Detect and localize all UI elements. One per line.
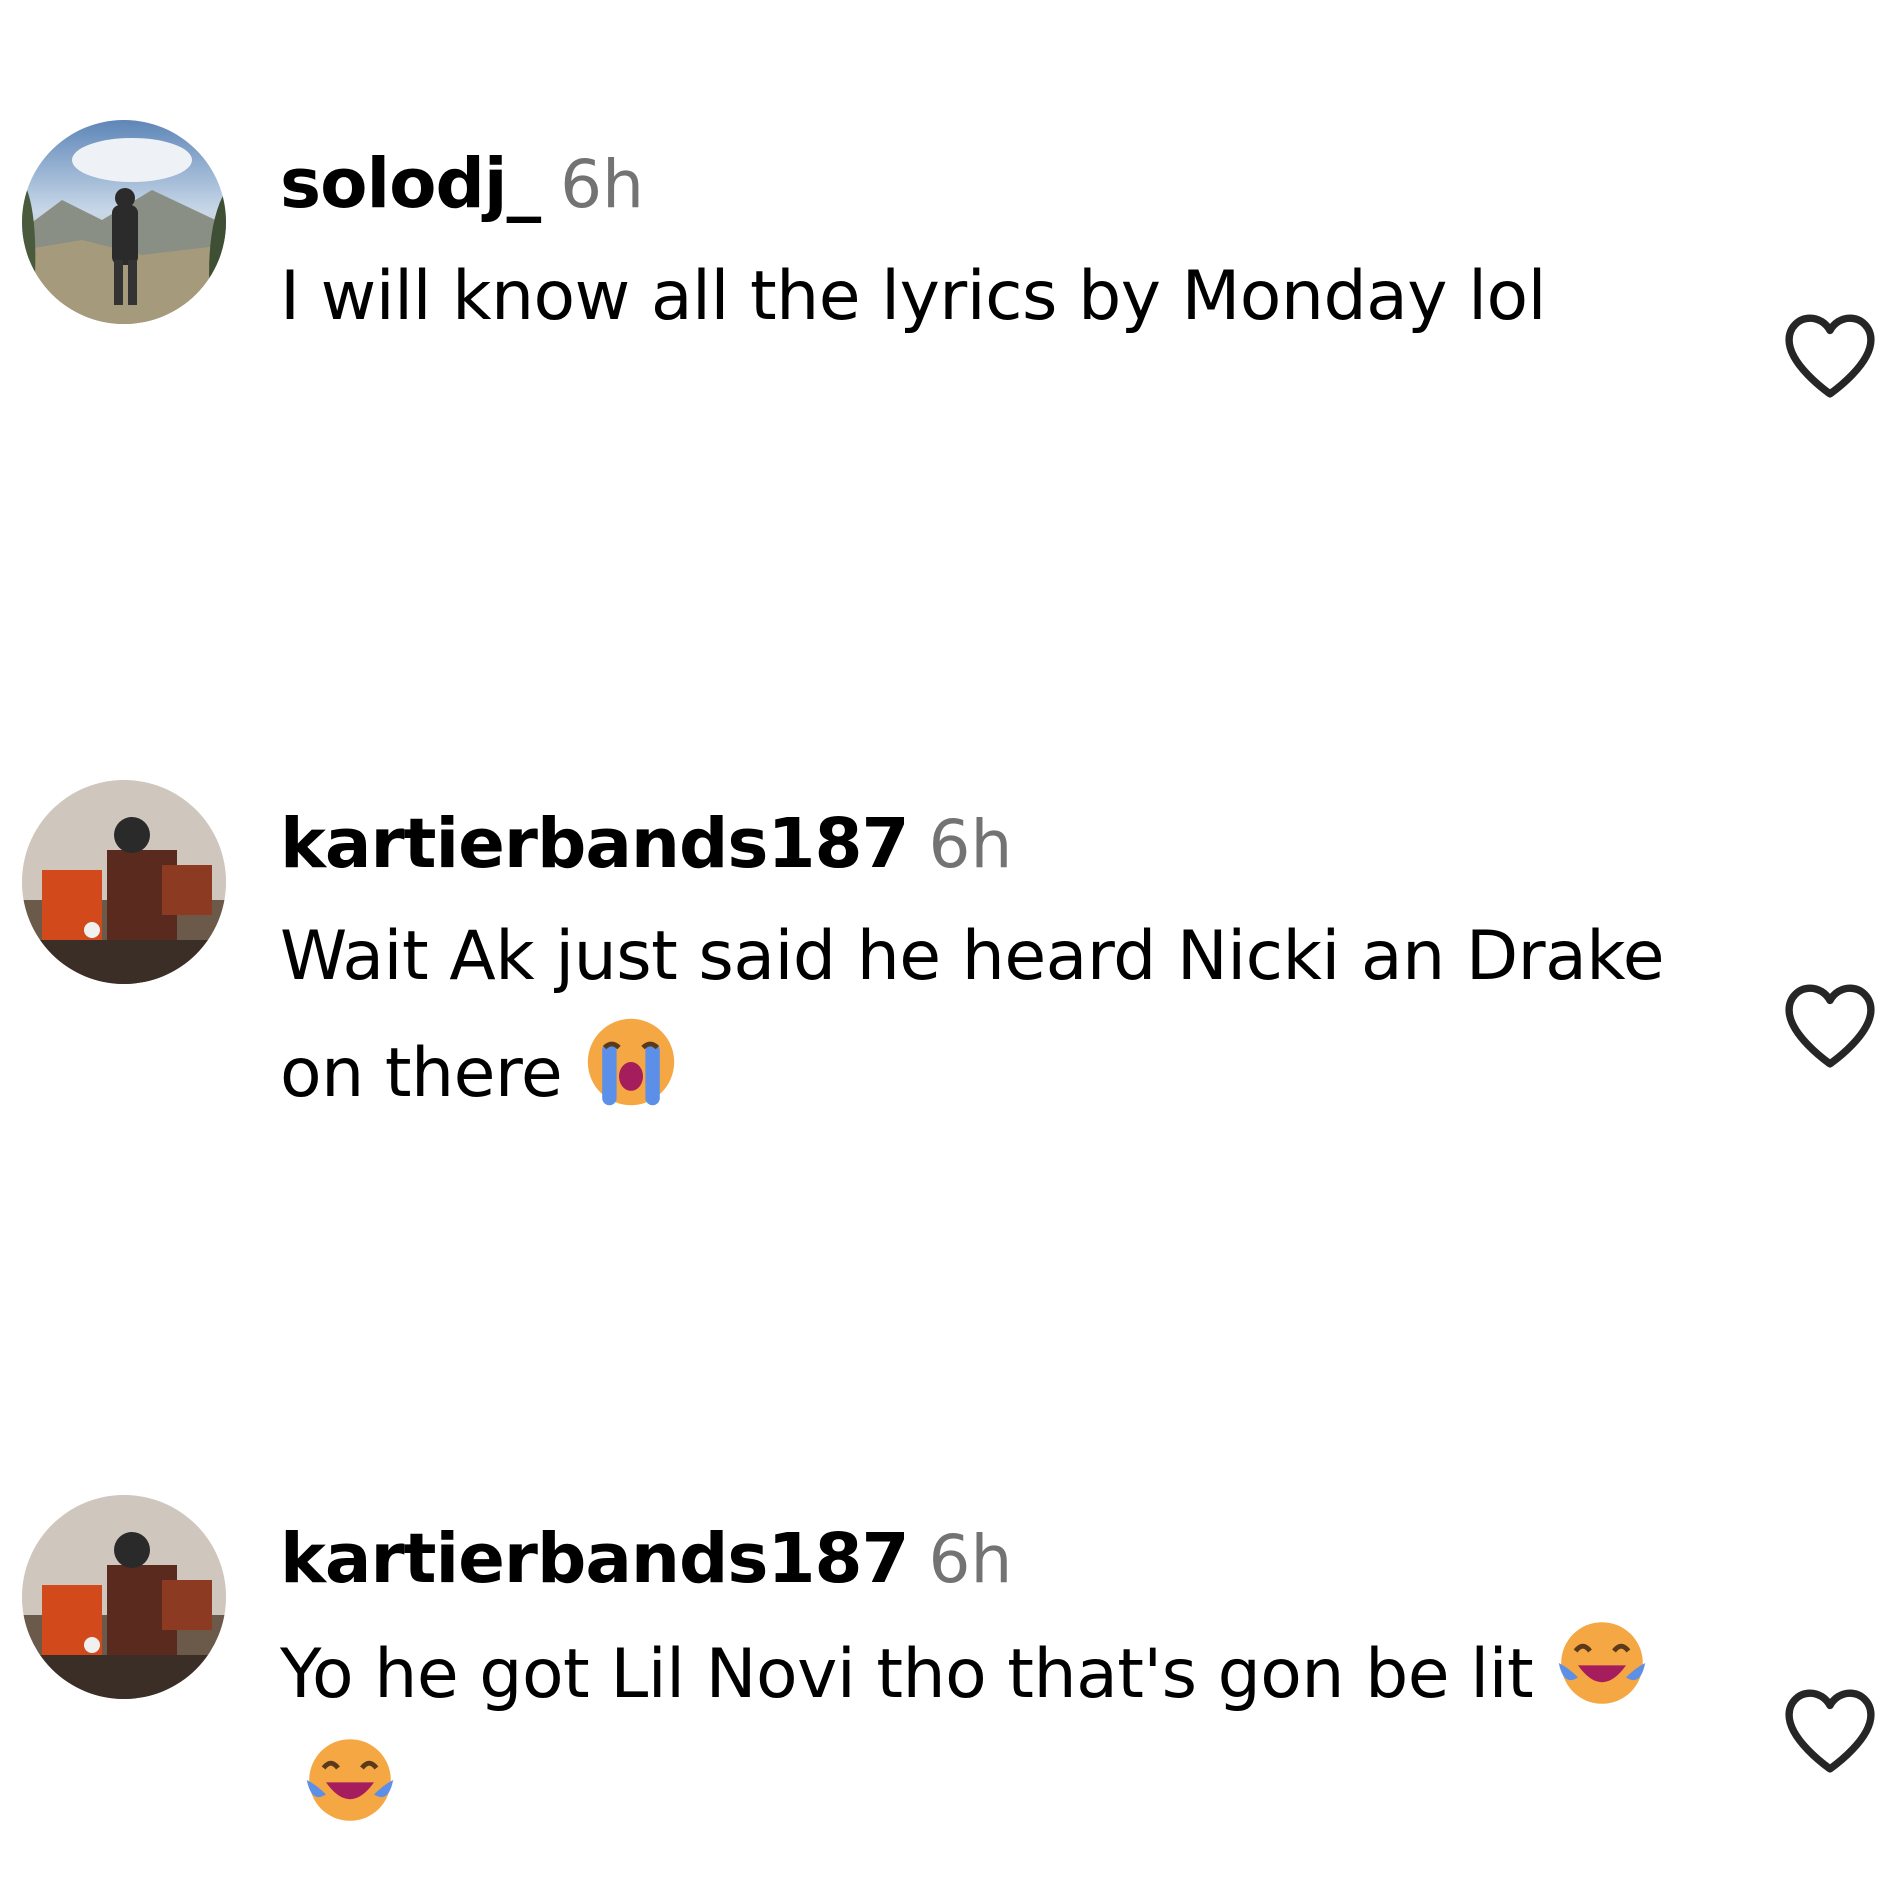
comment-item: solodj_ 6h I will know all the lyrics by … [0, 100, 1900, 460]
avatar-photo-group [22, 780, 226, 984]
comment-header: solodj_ 6h [280, 142, 644, 227]
comment-header: kartierbands187 6h [280, 802, 1012, 887]
timestamp[interactable]: 6h [929, 806, 1013, 883]
like-button[interactable] [1780, 310, 1880, 400]
username-link[interactable]: kartierbands187 [280, 804, 910, 884]
comment-text-content: I will know all the lyrics by Monday lol [280, 257, 1547, 336]
like-button[interactable] [1780, 1685, 1880, 1775]
face-with-tears-of-joy-icon [1559, 1622, 1646, 1704]
timestamp[interactable]: 6h [560, 146, 644, 223]
heart-outline-icon [1785, 1689, 1875, 1773]
comment-text: Yo he got Lil Novi tho that's gon be lit [280, 1615, 1700, 1849]
comment-item: kartierbands187 6h Yo he got Lil Novi tho… [0, 1475, 1900, 1835]
face-with-tears-of-joy-icon [306, 1739, 394, 1821]
comment-text: I will know all the lyrics by Monday lol [280, 240, 1700, 354]
heart-outline-icon [1785, 984, 1875, 1068]
avatar-photo-mountain [22, 120, 226, 324]
timestamp[interactable]: 6h [929, 1521, 1013, 1598]
loudly-crying-face-emoji [583, 1014, 679, 1110]
avatar[interactable] [22, 780, 226, 984]
loudly-crying-face-icon [588, 1018, 675, 1106]
like-button[interactable] [1780, 980, 1880, 1070]
heart-outline-icon [1785, 314, 1875, 398]
avatar[interactable] [22, 1495, 226, 1699]
username-link[interactable]: solodj_ [280, 144, 541, 224]
comment-header: kartierbands187 6h [280, 1517, 1012, 1602]
avatar-photo-group [22, 1495, 226, 1699]
comment-text-content: Yo he got Lil Novi tho that's gon be lit [280, 1635, 1534, 1714]
comment-text: Wait Ak just said he heard Nicki an Drak… [280, 900, 1700, 1131]
comment-text-content: Wait Ak just said he heard Nicki an Drak… [280, 917, 1665, 1113]
face-with-tears-of-joy-emoji [302, 1732, 398, 1828]
face-with-tears-of-joy-emoji [1554, 1615, 1650, 1711]
avatar[interactable] [22, 120, 226, 324]
comment-item: kartierbands187 6h Wait Ak just said he h… [0, 760, 1900, 1120]
username-link[interactable]: kartierbands187 [280, 1519, 910, 1599]
